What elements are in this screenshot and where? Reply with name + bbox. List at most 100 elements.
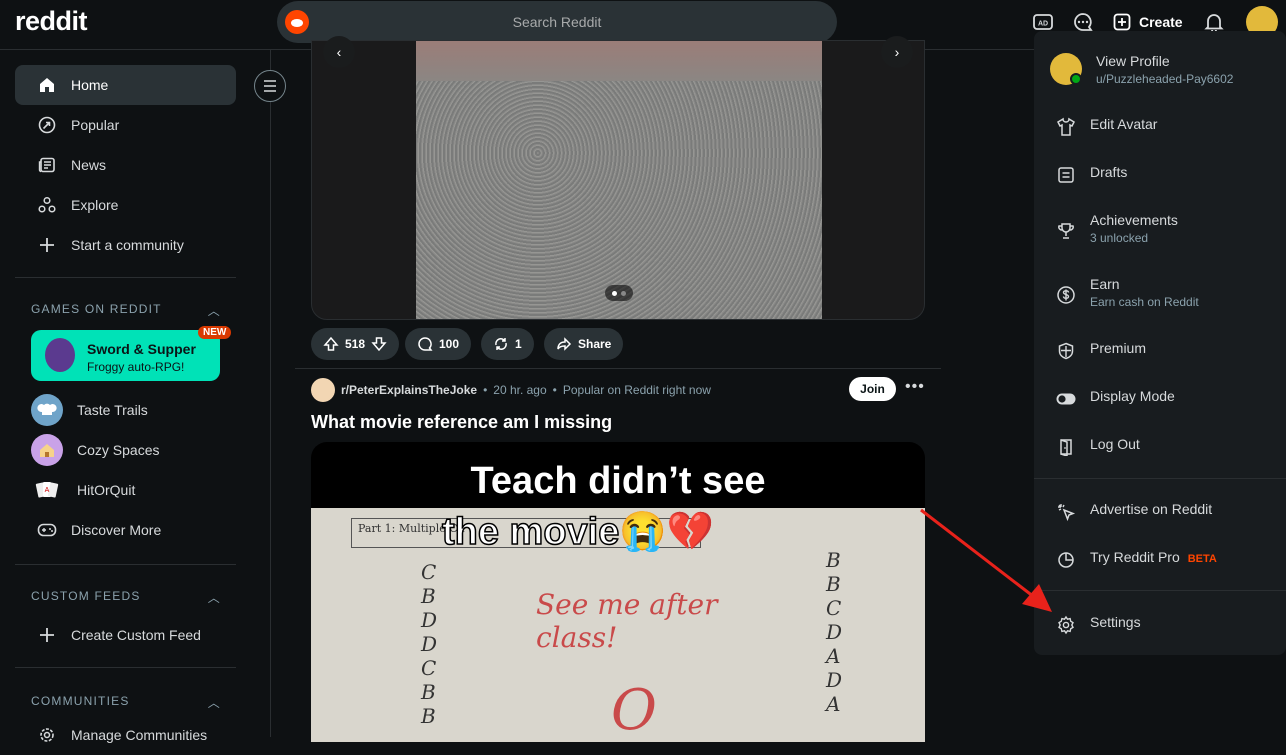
menu-divider (1034, 590, 1286, 591)
chef-hat-icon (31, 394, 63, 426)
meme-caption-line2: the movie😭💔 (441, 510, 715, 554)
chat-icon[interactable] (1072, 11, 1094, 33)
menu-advertise[interactable]: Advertise on Reddit (1056, 501, 1276, 522)
crosspost-button[interactable]: 1 (481, 328, 534, 360)
sidebar-item-home[interactable]: Home (15, 65, 236, 105)
post-title[interactable]: What movie reference am I missing (311, 412, 612, 433)
display-mode-label: Display Mode (1090, 388, 1175, 404)
share-label: Share (578, 337, 612, 351)
post-time: 20 hr. ago (493, 383, 547, 397)
new-badge: NEW (198, 326, 232, 339)
earn-sub: Earn cash on Reddit (1090, 295, 1199, 309)
games-section-header[interactable]: GAMES ON REDDIT ︿ (31, 302, 221, 319)
plus-icon (37, 235, 57, 255)
edit-avatar-label: Edit Avatar (1090, 116, 1158, 132)
menu-display-mode[interactable]: Display Mode (1056, 388, 1276, 409)
chevron-up-icon[interactable]: ︿ (208, 694, 221, 711)
menu-view-profile[interactable]: View Profile u/Puzzleheaded-Pay6602 (1050, 53, 1270, 86)
carousel-prev-button[interactable]: ‹ (323, 36, 355, 68)
post-image (416, 41, 822, 319)
comment-count: 100 (439, 337, 460, 351)
plus-icon (1113, 13, 1131, 31)
search-bar[interactable]: Search Reddit (277, 1, 837, 43)
chevron-up-icon[interactable]: ︿ (208, 589, 221, 606)
hamburger-icon (264, 80, 276, 92)
sidebar-item-start-community[interactable]: Start a community (15, 225, 236, 265)
paper-answers-right: BBCDADA (826, 548, 843, 716)
chevron-up-icon[interactable]: ︿ (208, 302, 221, 319)
profile-dropdown-menu: View Profile u/Puzzleheaded-Pay6602 Edit… (1034, 31, 1286, 655)
crosspost-icon (495, 338, 507, 350)
sidebar-item-label: News (71, 157, 107, 173)
sidebar-item-create-custom-feed[interactable]: Create Custom Feed (15, 615, 236, 655)
join-button[interactable]: Join (849, 377, 896, 401)
menu-earn[interactable]: Earn Earn cash on Reddit (1056, 276, 1276, 309)
crosspost-count: 1 (515, 337, 522, 351)
try-pro-label: Try Reddit Pro (1090, 549, 1180, 565)
sidebar-item-discover-more[interactable]: Discover More (15, 510, 236, 550)
advertise-label: Advertise on Reddit (1090, 501, 1213, 517)
sidebar-item-cozy-spaces[interactable]: Cozy Spaces (15, 430, 236, 470)
custom-feeds-section-header[interactable]: CUSTOM FEEDS ︿ (31, 589, 221, 606)
separator-dot: • (483, 383, 488, 397)
menu-achievements[interactable]: Achievements 3 unlocked (1056, 212, 1276, 245)
sidebar-item-label: Discover More (71, 522, 162, 538)
paper-grade: O (611, 678, 657, 742)
create-button[interactable]: Create (1113, 11, 1183, 33)
sidebar-item-explore[interactable]: Explore (15, 185, 236, 225)
premium-shield-icon (1056, 341, 1076, 361)
sidebar-divider (15, 667, 236, 668)
subreddit-name[interactable]: r/PeterExplainsTheJoke (341, 383, 477, 397)
sidebar-item-hitorquit[interactable]: A HitOrQuit (15, 470, 236, 510)
downvote-icon[interactable] (371, 336, 387, 352)
achievements-sub: 3 unlocked (1090, 231, 1149, 245)
featured-game-card[interactable]: Sword & Supper Froggy auto-RPG! NEW (31, 326, 232, 381)
drafts-icon (1056, 165, 1076, 185)
popular-icon (37, 115, 57, 135)
sidebar-item-taste-trails[interactable]: Taste Trails (15, 390, 236, 430)
toggle-icon[interactable] (1056, 389, 1076, 409)
post-image-carousel[interactable] (311, 40, 925, 320)
vote-count: 518 (345, 337, 366, 351)
dollar-icon (1056, 285, 1076, 305)
collapse-sidebar-button[interactable] (254, 70, 286, 102)
username: u/Puzzleheaded-Pay6602 (1096, 72, 1234, 86)
more-options-button[interactable]: ••• (905, 378, 925, 396)
menu-log-out[interactable]: Log Out (1056, 436, 1276, 457)
post-image[interactable]: Part 1: Multiple Ch CBDDCBB BBCDADA See … (311, 442, 925, 742)
featured-game-title: Sword & Supper (87, 341, 196, 357)
upvote-icon[interactable] (323, 336, 339, 352)
sidebar-item-news[interactable]: News (15, 145, 236, 185)
menu-try-reddit-pro[interactable]: Try Reddit Pro BETA (1056, 549, 1276, 570)
menu-settings[interactable]: Settings (1056, 614, 1276, 635)
post-context: Popular on Reddit right now (562, 383, 711, 397)
carousel-dots[interactable] (605, 285, 633, 301)
communities-section-header[interactable]: COMMUNITIES ︿ (31, 694, 221, 711)
trophy-icon (1056, 221, 1076, 241)
post-meta: r/PeterExplainsTheJoke • 20 hr. ago • Po… (311, 378, 711, 402)
share-button[interactable]: Share (544, 328, 624, 360)
advertise-cursor-icon (1056, 502, 1076, 522)
sidebar-item-popular[interactable]: Popular (15, 105, 236, 145)
log-out-icon (1056, 437, 1076, 457)
advertise-icon[interactable]: AD (1032, 11, 1054, 33)
vote-bar[interactable]: 518 (311, 328, 400, 360)
sidebar-item-label: Taste Trails (77, 402, 148, 418)
menu-edit-avatar[interactable]: Edit Avatar (1056, 116, 1276, 137)
gamepad-icon (37, 520, 57, 540)
communities-header-label: COMMUNITIES (31, 694, 130, 708)
featured-game-subtitle: Froggy auto-RPG! (87, 360, 185, 374)
house-icon (31, 434, 63, 466)
carousel-next-button[interactable]: › (881, 36, 913, 68)
view-profile-label: View Profile (1096, 53, 1170, 69)
menu-premium[interactable]: Premium (1056, 340, 1276, 361)
reddit-logo[interactable]: reddit (15, 6, 88, 37)
menu-drafts[interactable]: Drafts (1056, 164, 1276, 185)
settings-label: Settings (1090, 614, 1141, 630)
sidebar-item-manage-communities[interactable]: Manage Communities (15, 715, 236, 755)
svg-text:A: A (45, 487, 50, 494)
subreddit-avatar[interactable] (311, 378, 335, 402)
notifications-bell-icon[interactable] (1203, 11, 1225, 33)
comments-button[interactable]: 100 (405, 328, 472, 360)
gear-icon (37, 725, 57, 745)
